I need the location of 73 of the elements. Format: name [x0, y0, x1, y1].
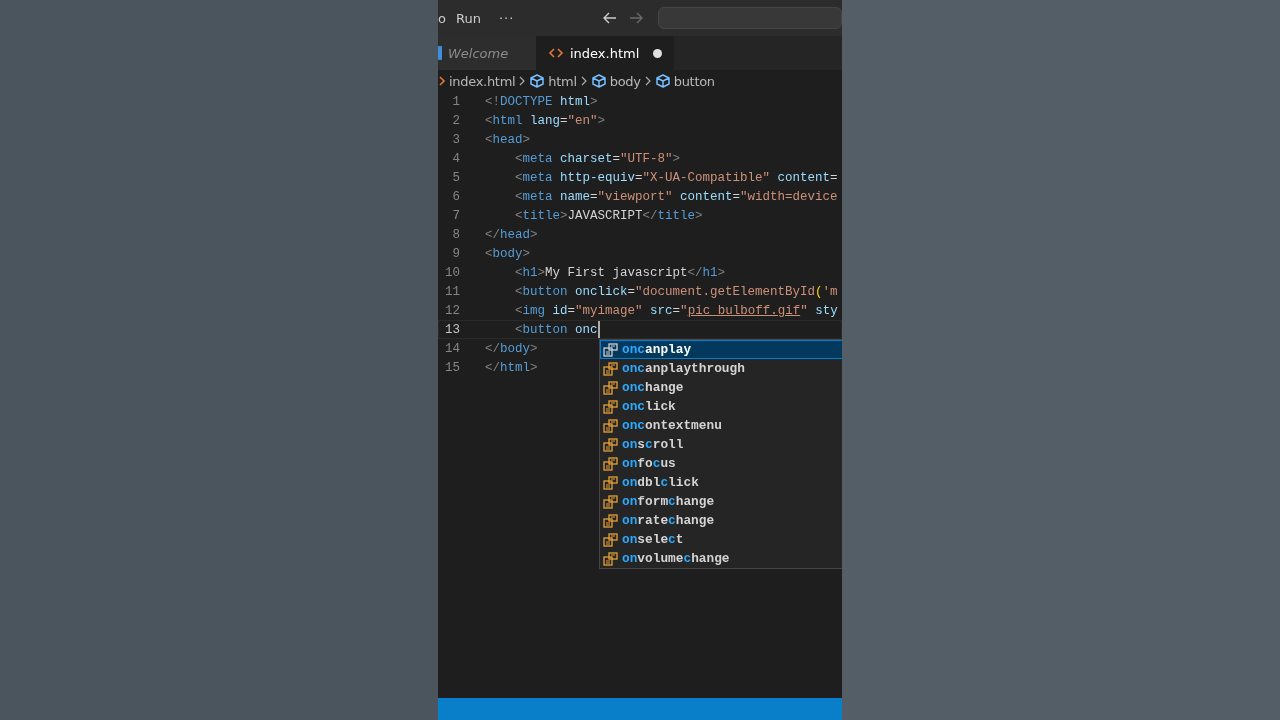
line-number: 13 — [444, 322, 460, 337]
property-icon — [603, 512, 618, 529]
suggestion-item[interactable]: onformchange — [600, 492, 842, 511]
code-line: <button onc — [514, 322, 598, 337]
code-line: <html lang="en"> — [485, 113, 606, 128]
code-line: <h1>My First javascript</h1> — [514, 265, 726, 280]
line-number: 7 — [451, 208, 460, 223]
suggestion-item[interactable]: onclick — [600, 397, 842, 416]
suggestion-item[interactable]: onvolumechange — [600, 549, 842, 568]
property-icon — [603, 379, 618, 396]
editor-tab[interactable]: index.html — [536, 36, 675, 70]
code-line: <!DOCTYPE html> — [485, 94, 598, 109]
breadcrumb-item[interactable]: html — [529, 73, 577, 89]
suggestion-item[interactable]: onselect — [600, 530, 842, 549]
line-number: 11 — [444, 284, 460, 299]
suggestion-item[interactable]: oncanplay — [600, 340, 842, 359]
property-icon — [603, 360, 618, 377]
chevron-icon — [643, 75, 652, 87]
line-number: 9 — [451, 246, 460, 261]
back-arrow-icon[interactable] — [602, 10, 619, 26]
line-number: 1 — [451, 94, 460, 109]
more-button[interactable]: ··· — [498, 7, 525, 29]
menu-item[interactable]: o — [438, 7, 456, 29]
code-line: <title>JAVASCRIPT</title> — [514, 208, 703, 223]
line-number: 15 — [444, 360, 460, 375]
cube-icon — [590, 73, 607, 89]
cube-icon — [529, 73, 546, 89]
line-number: 12 — [444, 303, 460, 318]
property-icon — [603, 455, 618, 472]
code-line: <body> — [485, 246, 531, 261]
editor-tab[interactable]: Welcome — [438, 36, 536, 70]
breadcrumb-item[interactable]: body — [590, 73, 641, 89]
chevron-icon — [579, 75, 588, 87]
suggestion-item[interactable]: onchange — [600, 378, 842, 397]
suggestion-item[interactable]: onfocus — [600, 454, 842, 473]
breadcrumb-item[interactable]: index.html — [438, 73, 516, 89]
code-line: </head> — [485, 227, 538, 242]
code-line: <head> — [485, 132, 531, 147]
suggestion-item[interactable]: oncanplaythrough — [600, 359, 842, 378]
code-line: <meta name="viewport" content="width=device — [514, 189, 838, 204]
line-number: 14 — [444, 341, 460, 356]
line-number: 10 — [444, 265, 460, 280]
code-line: <img id="myimage" src="pic_bulboff.gif" sty — [514, 303, 838, 318]
property-icon — [603, 398, 618, 415]
property-icon — [603, 436, 618, 453]
code-line: </body> — [485, 341, 538, 356]
text-cursor — [597, 321, 600, 338]
suggestion-item[interactable]: onscroll — [600, 435, 842, 454]
line-number: 8 — [451, 227, 460, 242]
code-line: <meta charset="UTF-8"> — [514, 151, 681, 166]
line-number: 5 — [451, 170, 460, 185]
suggestion-item[interactable]: onratechange — [600, 511, 842, 530]
breadcrumb-item[interactable]: button — [654, 73, 715, 89]
line-number: 2 — [451, 113, 460, 128]
property-icon — [603, 531, 618, 548]
chevron-icon — [518, 75, 527, 87]
suggestion-item[interactable]: ondblclick — [600, 473, 842, 492]
code-line: <button onclick="document.getElementById('m — [514, 284, 838, 299]
property-icon — [603, 474, 618, 491]
line-number: 6 — [451, 189, 460, 204]
line-number: 3 — [451, 132, 460, 147]
code-line: </html> — [485, 360, 538, 375]
line-number: 4 — [451, 151, 460, 166]
search-field[interactable] — [658, 7, 842, 29]
tab-icon — [438, 45, 442, 61]
cube-icon — [654, 73, 671, 89]
property-icon — [603, 341, 618, 358]
property-icon — [603, 417, 618, 434]
property-icon — [603, 493, 618, 510]
suggestion-item[interactable]: oncontextmenu — [600, 416, 842, 435]
menu-item[interactable]: Run — [455, 7, 491, 29]
code-line: <meta http-equiv="X-UA-Compatible" content= — [514, 170, 838, 185]
property-icon — [603, 550, 618, 567]
